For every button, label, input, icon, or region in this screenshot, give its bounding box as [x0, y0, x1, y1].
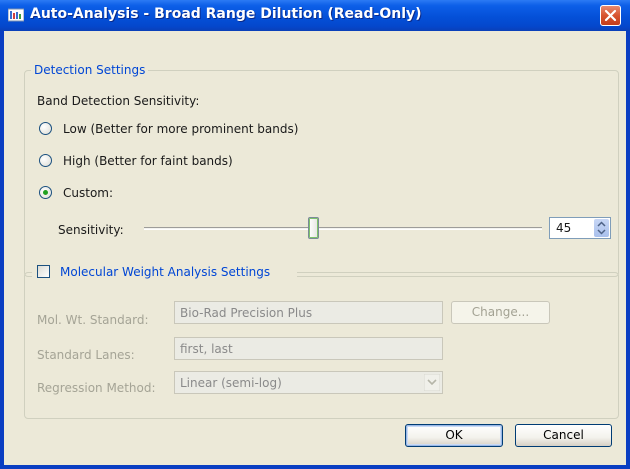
- mw-standard-field: Bio-Rad Precision Plus: [174, 301, 443, 324]
- sensitivity-slider-track[interactable]: [144, 227, 542, 230]
- dialog-window: Auto-Analysis - Broad Range Dilution (Re…: [0, 0, 630, 469]
- dialog-body: Detection Settings Band Detection Sensit…: [4, 31, 626, 465]
- radio-low-label[interactable]: Low (Better for more prominent bands): [63, 122, 298, 136]
- radio-selected-dot: [43, 190, 48, 195]
- sensitivity-spinner[interactable]: 45: [549, 217, 611, 239]
- chevron-down-icon: [424, 374, 440, 391]
- radio-high[interactable]: [39, 154, 52, 167]
- regression-method-label: Regression Method:: [37, 381, 156, 395]
- spinner-up-down-icon: [597, 221, 606, 235]
- mw-checkbox[interactable]: [37, 265, 50, 278]
- sensitivity-label: Sensitivity:: [58, 223, 124, 237]
- radio-custom[interactable]: [39, 186, 52, 199]
- radio-custom-label[interactable]: Custom:: [63, 186, 113, 200]
- change-button: Change...: [451, 301, 550, 324]
- regression-method-select: Linear (semi-log): [174, 371, 443, 394]
- standard-lanes-field: first, last: [174, 337, 443, 360]
- close-button[interactable]: [600, 5, 621, 26]
- mw-checkbox-label[interactable]: Molecular Weight Analysis Settings: [60, 265, 270, 279]
- spinner-arrows[interactable]: [594, 219, 609, 237]
- title-bar[interactable]: Auto-Analysis - Broad Range Dilution (Re…: [0, 0, 630, 31]
- standard-lanes-label: Standard Lanes:: [37, 348, 135, 362]
- regression-method-value: Linear (semi-log): [180, 376, 282, 390]
- close-icon: [604, 9, 617, 22]
- detection-settings-legend: Detection Settings: [31, 63, 149, 77]
- sensitivity-slider-thumb[interactable]: [308, 217, 319, 239]
- cancel-button[interactable]: Cancel: [515, 424, 612, 447]
- sensitivity-value[interactable]: 45: [556, 221, 571, 235]
- window-title: Auto-Analysis - Broad Range Dilution (Re…: [30, 6, 422, 22]
- radio-high-label[interactable]: High (Better for faint bands): [63, 154, 233, 168]
- sensitivity-heading: Band Detection Sensitivity:: [37, 94, 200, 108]
- bar-chart-icon: [8, 8, 24, 22]
- ok-button[interactable]: OK: [405, 424, 503, 447]
- mw-standard-label: Mol. Wt. Standard:: [37, 313, 149, 327]
- radio-low[interactable]: [39, 122, 52, 135]
